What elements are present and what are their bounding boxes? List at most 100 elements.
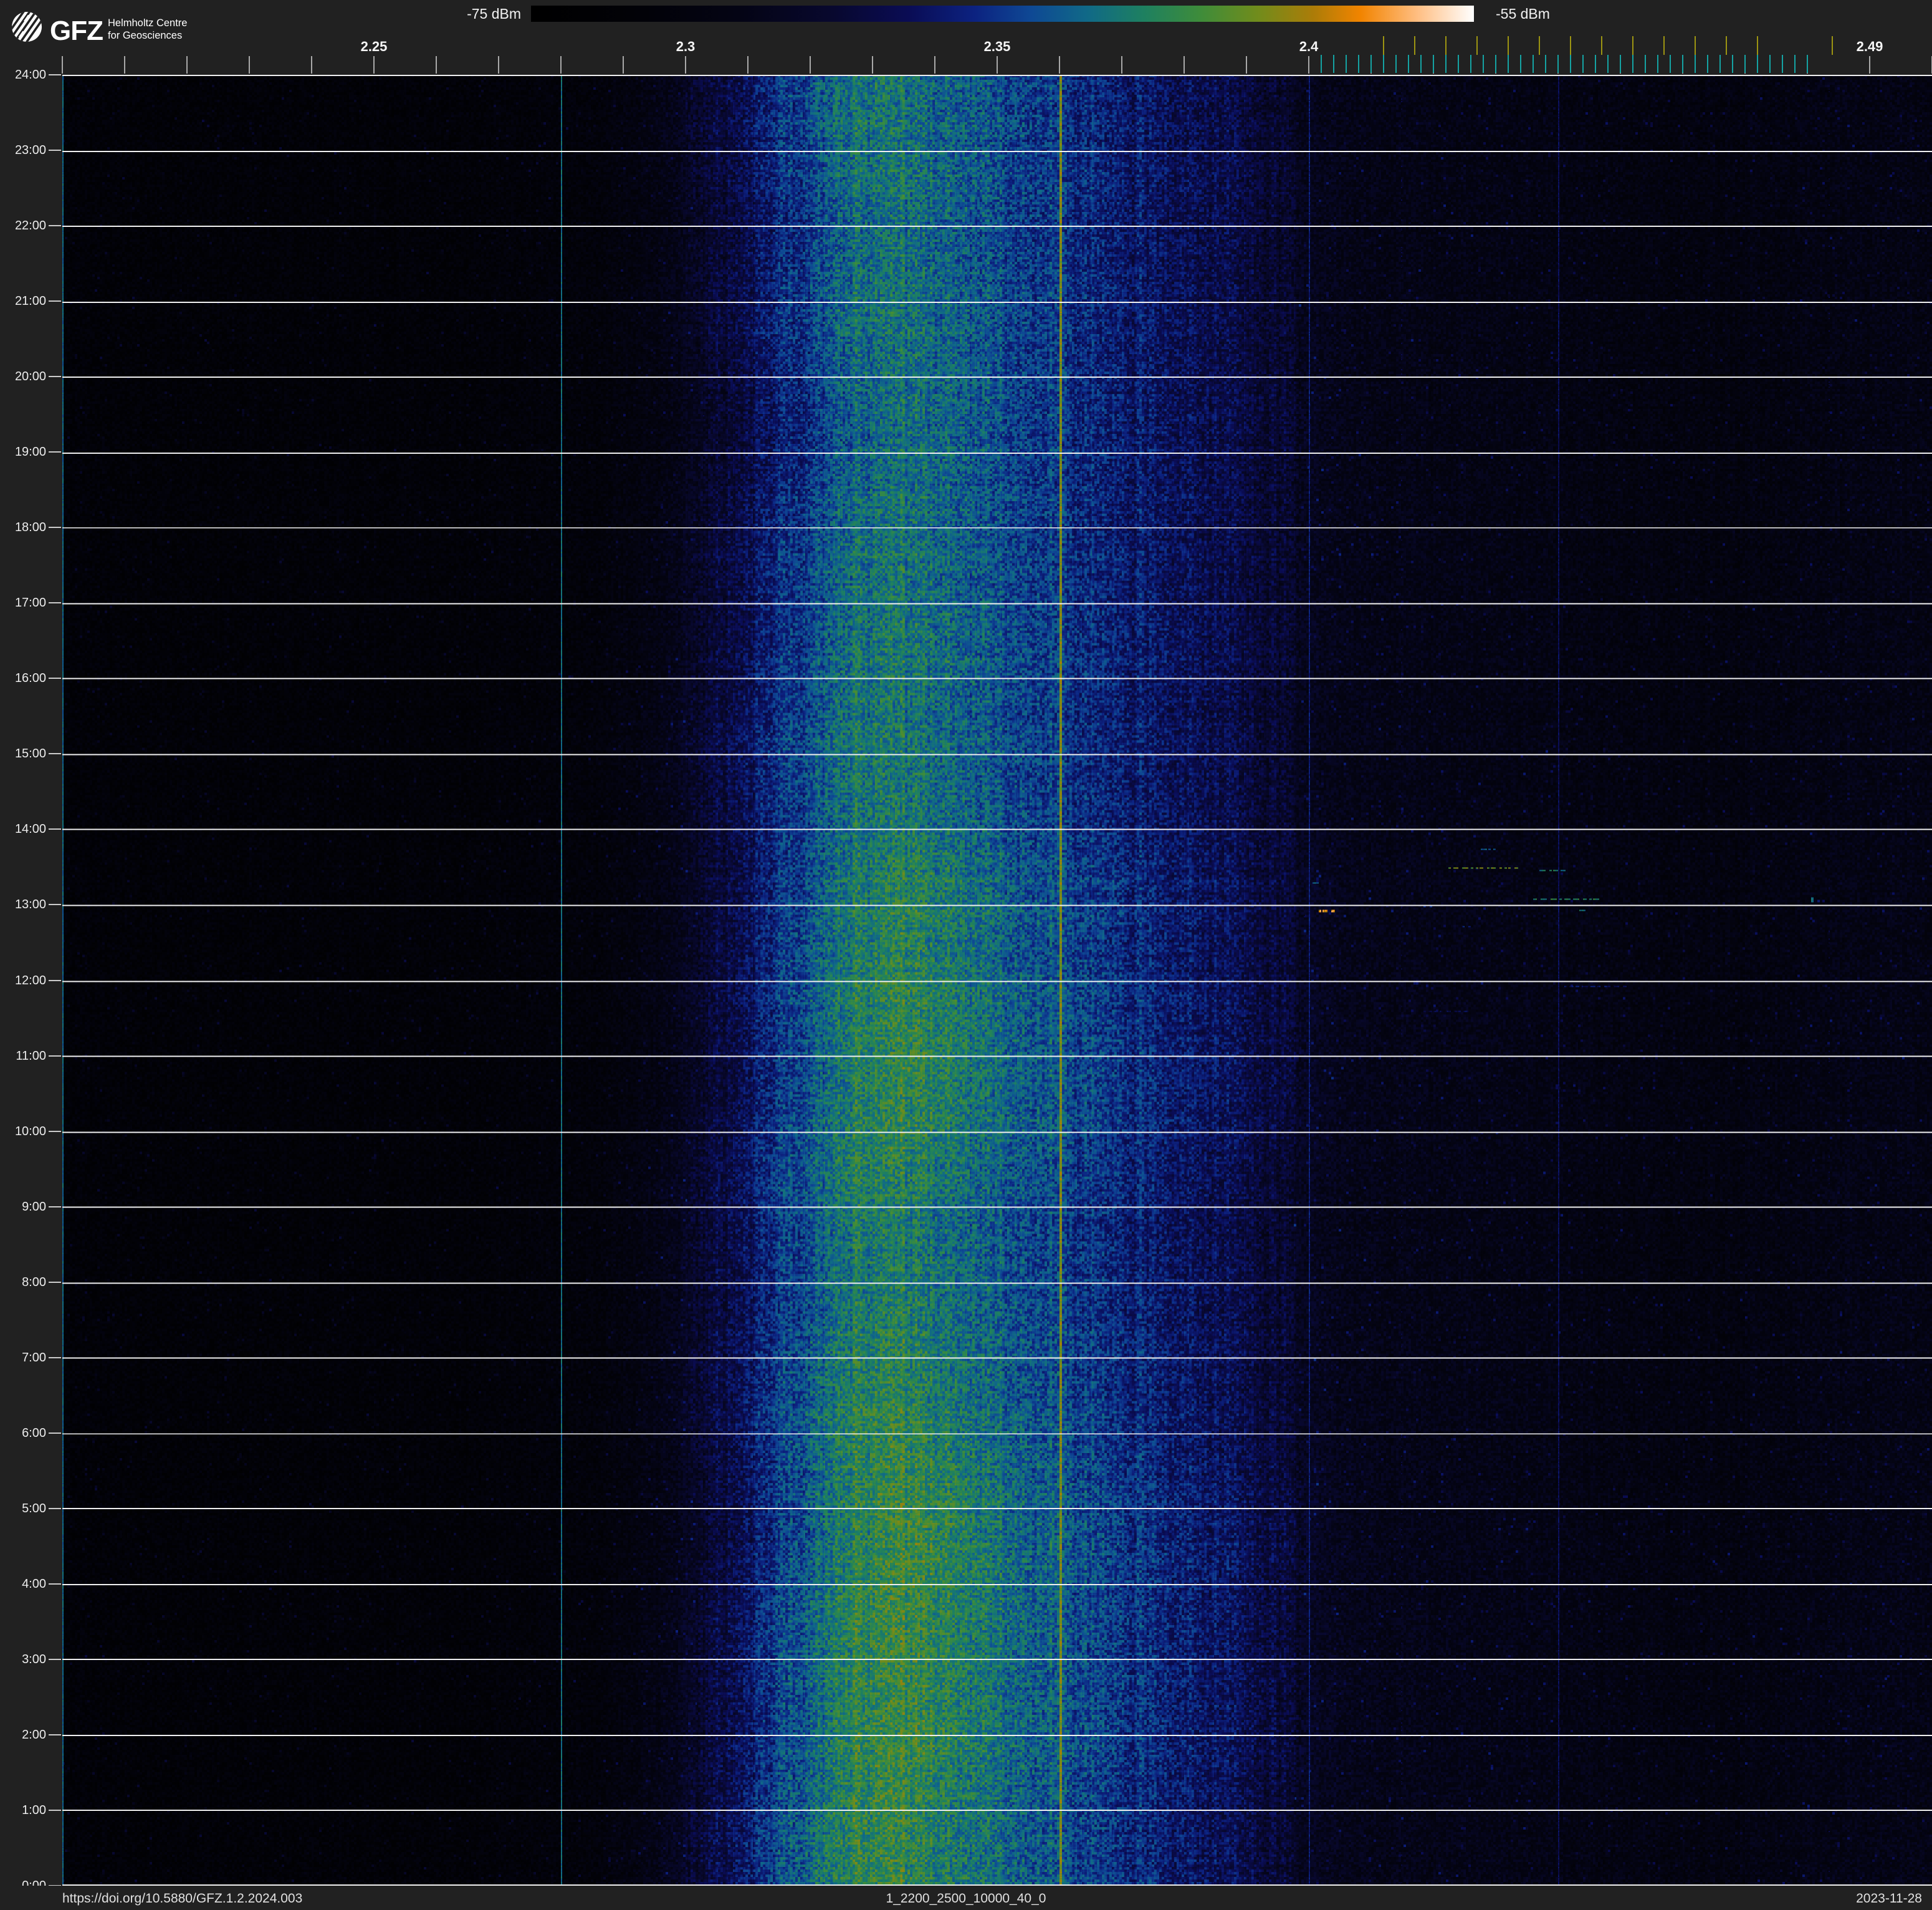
freq-tick <box>373 56 375 74</box>
freq-tick <box>934 56 935 74</box>
time-label: 14:00 <box>14 822 46 837</box>
time-tick <box>49 1809 61 1811</box>
colorbar <box>531 6 1474 22</box>
ble-channel-tick <box>1346 55 1347 73</box>
time-label: 22:00 <box>14 219 46 233</box>
time-tick <box>49 1281 61 1283</box>
wifi-channel-tick <box>1383 36 1384 55</box>
time-label: 13:00 <box>14 898 46 912</box>
ble-channel-tick <box>1670 55 1671 73</box>
ble-channel-tick <box>1695 55 1696 73</box>
time-label: 24:00 <box>14 68 46 82</box>
ble-channel-tick <box>1358 55 1359 73</box>
time-tick <box>49 376 61 378</box>
time-label: 4:00 <box>22 1576 46 1591</box>
date-label: 2023-11-28 <box>1856 1891 1922 1906</box>
freq-tick <box>1184 56 1185 74</box>
dataset-name: 1_2200_2500_10000_40_0 <box>886 1891 1046 1906</box>
time-tick <box>49 300 61 302</box>
wifi-channel-tick <box>1663 36 1665 55</box>
freq-tick <box>311 56 312 74</box>
ble-channel-tick <box>1545 55 1546 73</box>
time-tick <box>49 527 61 529</box>
time-label: 1:00 <box>22 1803 46 1817</box>
colorbar-min-label: -75 dBm <box>467 6 521 22</box>
ble-channel-tick <box>1420 55 1422 73</box>
ble-channel-tick <box>1645 55 1646 73</box>
colorbar-max-label: -55 dBm <box>1496 6 1550 22</box>
wifi-channel-tick <box>1539 36 1540 55</box>
ble-channel-tick <box>1707 55 1708 73</box>
ble-channel-tick <box>1657 55 1658 73</box>
ble-channel-tick <box>1495 55 1496 73</box>
ble-channel-tick <box>1445 55 1447 73</box>
ble-channel-tick <box>1607 55 1609 73</box>
ble-channel-tick <box>1383 55 1384 73</box>
time-label: 20:00 <box>14 370 46 384</box>
freq-tick <box>560 56 562 74</box>
freq-label: 2.25 <box>360 39 388 54</box>
freq-label: 2.35 <box>983 39 1011 54</box>
freq-tick <box>872 56 873 74</box>
ble-channel-tick <box>1408 55 1409 73</box>
ble-channel-tick <box>1632 55 1633 73</box>
time-tick <box>49 225 61 227</box>
wifi-channel-tick <box>1414 36 1415 55</box>
time-label: 18:00 <box>14 521 46 535</box>
time-label: 15:00 <box>14 747 46 761</box>
ble-channel-tick <box>1757 55 1758 73</box>
freq-tick <box>62 56 63 74</box>
time-tick <box>49 1734 61 1735</box>
spectrogram-canvas <box>62 75 1932 1886</box>
ble-channel-tick <box>1470 55 1471 73</box>
time-label: 17:00 <box>14 596 46 610</box>
time-tick <box>49 979 61 981</box>
time-tick <box>49 1206 61 1207</box>
time-tick <box>49 1356 61 1358</box>
time-tick <box>49 451 61 453</box>
freq-tick <box>1121 56 1122 74</box>
wifi-channel-tick <box>1570 36 1571 55</box>
ble-channel-tick <box>1719 55 1721 73</box>
ble-channel-tick <box>1732 55 1733 73</box>
wifi-channel-tick <box>1508 36 1509 55</box>
time-label: 6:00 <box>22 1426 46 1440</box>
time-tick <box>49 150 61 151</box>
ble-channel-tick <box>1533 55 1534 73</box>
freq-tick <box>436 56 437 74</box>
time-tick <box>49 1130 61 1132</box>
wifi-channel-tick <box>1601 36 1602 55</box>
freq-tick <box>1246 56 1247 74</box>
time-label: 5:00 <box>22 1501 46 1515</box>
freq-tick <box>623 56 624 74</box>
wifi-channel-tick <box>1632 36 1633 55</box>
freq-tick <box>1869 56 1870 74</box>
ble-channel-tick <box>1595 55 1596 73</box>
wifi-channel-tick <box>1726 36 1727 55</box>
ble-channel-tick <box>1557 55 1559 73</box>
ble-channel-tick <box>1321 55 1322 73</box>
freq-tick <box>810 56 811 74</box>
brand-subtitle-line2: for Geosciences <box>108 30 183 41</box>
ble-channel-tick <box>1682 55 1683 73</box>
time-label: 3:00 <box>22 1652 46 1666</box>
freq-tick <box>498 56 499 74</box>
time-tick <box>49 1507 61 1509</box>
freq-label: 2.3 <box>676 39 696 54</box>
wifi-channel-tick <box>1757 36 1758 55</box>
time-label: 8:00 <box>22 1275 46 1289</box>
footer-bar: https://doi.org/10.5880/GFZ.1.2.2024.003… <box>0 1886 1932 1910</box>
time-label: 7:00 <box>22 1350 46 1365</box>
time-tick <box>49 678 61 679</box>
ble-channel-tick <box>1807 55 1808 73</box>
freq-tick <box>1059 56 1060 74</box>
ble-channel-tick <box>1508 55 1509 73</box>
ble-channel-tick <box>1433 55 1434 73</box>
freq-tick <box>1308 56 1309 74</box>
time-tick <box>49 1055 61 1057</box>
ble-channel-tick <box>1744 55 1746 73</box>
time-tick <box>49 904 61 906</box>
freq-tick <box>685 56 686 74</box>
time-label: 11:00 <box>16 1049 46 1063</box>
time-label: 16:00 <box>14 671 46 686</box>
